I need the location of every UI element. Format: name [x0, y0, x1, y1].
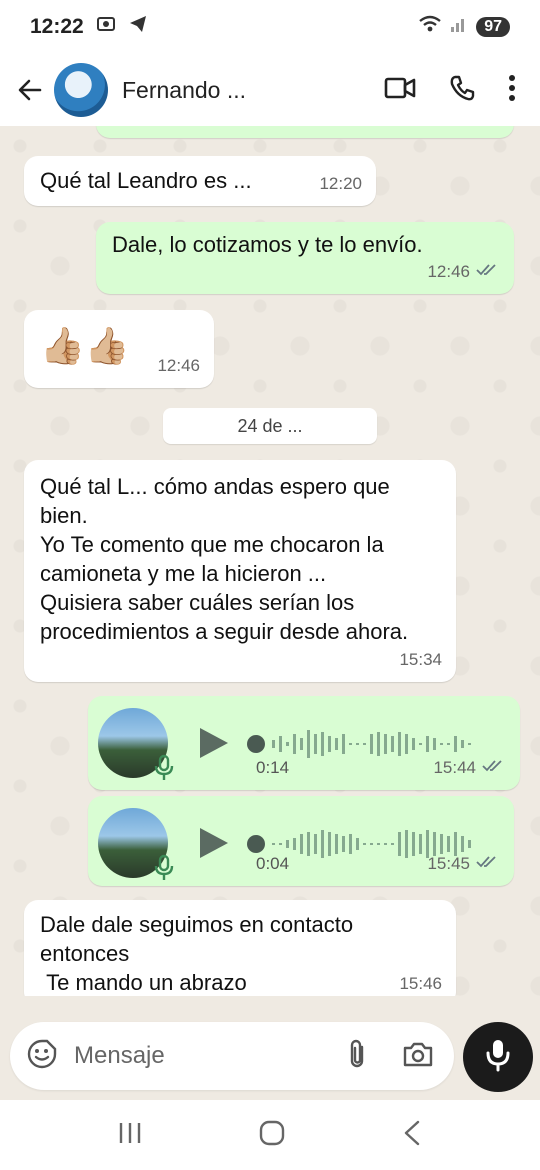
chat-header: Fernando ...	[0, 54, 540, 126]
contact-avatar[interactable]	[54, 63, 108, 117]
mic-badge-icon	[154, 754, 174, 789]
emoji-message: 👍🏼👍🏼	[40, 325, 130, 366]
double-check-icon	[476, 849, 500, 878]
back-icon[interactable]	[401, 1119, 423, 1152]
message-time: 15:45	[427, 854, 470, 873]
home-icon[interactable]	[258, 1119, 286, 1152]
signal-icon	[450, 15, 468, 39]
phone-icon[interactable]	[448, 74, 476, 107]
message-incoming[interactable]: Qué tal L... cómo andas espero que bien.…	[24, 460, 456, 682]
message-time: 12:46	[427, 262, 470, 281]
message-time: 15:34	[399, 650, 442, 669]
message-text: Dale, lo cotizamos y te lo envío.	[112, 232, 423, 257]
message-time: 12:46	[157, 356, 200, 375]
double-check-icon	[476, 257, 500, 286]
emoji-icon[interactable]	[26, 1038, 58, 1075]
voice-message[interactable]: 0:04 15:45	[88, 796, 514, 886]
mic-button[interactable]	[463, 1022, 533, 1092]
date-separator: 24 de ...	[163, 408, 377, 444]
telegram-icon	[128, 14, 148, 40]
more-vertical-icon[interactable]	[508, 74, 516, 107]
chat-area[interactable]: Qué tal Leandro es ... 12:20 Dale, lo co…	[0, 126, 540, 996]
message-incoming[interactable]: 👍🏼👍🏼 12:46	[24, 310, 214, 388]
mic-icon	[485, 1038, 511, 1077]
double-check-icon	[482, 753, 506, 782]
voice-duration: 0:04	[256, 854, 290, 873]
voice-duration: 0:14	[256, 758, 290, 777]
message-composer: Mensaje	[10, 1022, 454, 1090]
camera-icon[interactable]	[402, 1040, 434, 1073]
message-incoming[interactable]: Qué tal Leandro es ... 12:20	[24, 156, 376, 206]
message-text: Qué tal Leandro es ...	[40, 168, 252, 193]
mic-badge-icon	[154, 854, 174, 889]
recent-apps-icon[interactable]	[117, 1120, 143, 1151]
contact-name[interactable]: Fernando ...	[122, 77, 342, 104]
play-icon[interactable]	[198, 726, 230, 767]
video-call-icon[interactable]	[384, 75, 416, 106]
voice-message[interactable]: 0:14 15:44	[88, 696, 520, 790]
battery-indicator: 97	[476, 17, 510, 37]
play-icon[interactable]	[198, 826, 230, 867]
message-incoming[interactable]: Dale dale seguimos en contacto entonces …	[24, 900, 456, 996]
status-bar: 12:22 97	[0, 0, 540, 54]
partial-message[interactable]	[96, 126, 514, 138]
system-nav-bar	[0, 1100, 540, 1170]
message-time: 12:20	[319, 174, 362, 193]
status-time: 12:22	[30, 15, 84, 38]
message-time: 15:44	[433, 758, 476, 777]
message-text: Dale dale seguimos en contacto entonces …	[40, 912, 354, 995]
attach-icon[interactable]	[346, 1037, 368, 1076]
back-arrow-icon[interactable]	[8, 76, 52, 104]
message-input[interactable]: Mensaje	[74, 1042, 346, 1070]
message-outgoing[interactable]: Dale, lo cotizamos y te lo envío. 12:46	[96, 222, 514, 294]
message-text: Qué tal L... cómo andas espero que bien.…	[40, 474, 409, 644]
wifi-icon	[418, 15, 442, 39]
message-time: 15:46	[399, 974, 442, 993]
screen-record-icon	[96, 14, 116, 40]
